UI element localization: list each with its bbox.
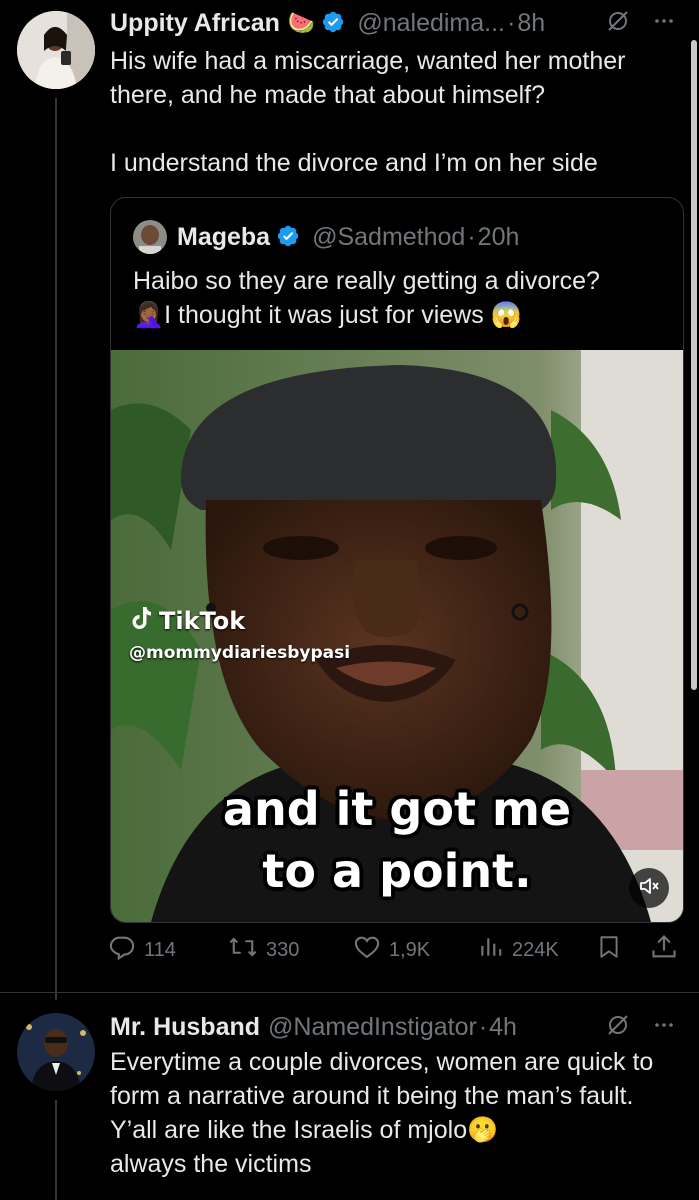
repost-icon <box>228 933 258 967</box>
grok-icon[interactable] <box>606 9 630 38</box>
thread-line-top <box>55 98 57 1000</box>
grok-icon[interactable] <box>606 1013 630 1042</box>
tweet1-text: His wife had a miscarriage, wanted her m… <box>110 44 680 180</box>
quote-text-line2: 🤦🏾‍♀️I thought it was just for views 😱 <box>133 298 673 332</box>
thread-line-bottom <box>55 1100 57 1200</box>
quote-text-line1: Haibo so they are really getting a divor… <box>133 267 600 295</box>
views-button[interactable]: 224K <box>478 933 559 967</box>
avatar-mr-husband[interactable] <box>17 1013 95 1091</box>
verified-icon <box>276 224 300 255</box>
quote-text: Haibo so they are really getting a divor… <box>133 264 673 332</box>
like-button[interactable]: 1,9K <box>353 933 430 967</box>
facepalm-emoji: 🤦🏾‍♀️ <box>133 301 165 329</box>
more-icon[interactable] <box>652 1013 676 1042</box>
quote-time: 20h <box>477 222 520 251</box>
quote-separator: · <box>467 222 476 251</box>
reply-button[interactable]: 114 <box>108 933 176 967</box>
avatar-mageba <box>133 220 167 254</box>
tweet2-handle[interactable]: @NamedInstigator <box>268 1013 477 1042</box>
bookmark-icon <box>596 933 622 967</box>
scrollbar[interactable] <box>691 40 697 690</box>
views-icon <box>478 933 504 967</box>
tiktok-handle: @mommydiariesbypasi <box>129 643 351 663</box>
tweet2-time[interactable]: 4h <box>489 1013 517 1042</box>
mute-icon <box>638 875 660 902</box>
tweet2-header: Mr. Husband @NamedInstigator · 4h <box>110 1010 517 1044</box>
tweet1-header: Uppity African 🍉 @naledima... · 8h <box>110 6 545 40</box>
tweet2-head-icons <box>606 1013 676 1042</box>
mute-button[interactable] <box>629 868 669 908</box>
tiktok-brand: TikTok <box>159 607 246 635</box>
share-button[interactable] <box>650 933 678 967</box>
tweet2-display-name[interactable]: Mr. Husband <box>110 1013 260 1042</box>
tweet1-handle[interactable]: @naledima... <box>357 9 505 38</box>
video-caption-line1: and it got me <box>222 782 572 836</box>
views-count: 224K <box>512 938 559 961</box>
like-count: 1,9K <box>389 938 431 961</box>
watermelon-emoji: 🍉 <box>287 10 316 35</box>
quote-header: Mageba @Sadmethod · 20h <box>177 220 519 254</box>
tiktok-icon <box>129 605 153 637</box>
reply-count: 114 <box>144 938 176 961</box>
tweet1-action-bar: 114 330 1,9K 224K <box>108 930 680 970</box>
hand-over-mouth-emoji: 🫢 <box>467 1116 499 1144</box>
tweet1-text-line1: His wife had a miscarriage, wanted her m… <box>110 47 626 109</box>
tweet1-time[interactable]: 8h <box>517 9 545 38</box>
quote-handle: @Sadmethod <box>312 222 466 251</box>
tweet2-text-main: Everytime a couple divorces, women are q… <box>110 1048 654 1144</box>
verified-icon <box>321 10 345 41</box>
tweet2-text-end: always the victims <box>110 1150 312 1178</box>
quote-tweet-card[interactable]: Mageba @Sadmethod · 20h Haibo so they ar… <box>110 197 684 923</box>
quote-display-name: Mageba <box>177 222 271 251</box>
like-icon <box>353 933 381 967</box>
tweet1-separator: · <box>507 8 516 37</box>
tweet2-text: Everytime a couple divorces, women are q… <box>110 1045 680 1181</box>
bookmark-button[interactable] <box>596 933 622 967</box>
repost-button[interactable]: 330 <box>228 933 299 967</box>
tweet2-text-body: Everytime a couple divorces, women are q… <box>110 1045 680 1181</box>
tiktok-watermark: TikTok @mommydiariesbypasi <box>129 605 350 663</box>
video-player[interactable]: TikTok @mommydiariesbypasi and it got me… <box>111 350 683 922</box>
tweet1-display-name[interactable]: Uppity African <box>110 9 280 38</box>
more-icon[interactable] <box>652 9 676 38</box>
tweet1-head-icons <box>606 9 676 38</box>
quote-text-line2-text: I thought it was just for views <box>164 301 484 329</box>
video-caption-line2: to a point. <box>262 844 532 898</box>
tweet2-separator: · <box>478 1012 488 1041</box>
repost-count: 330 <box>266 938 300 961</box>
avatar-uppity-african[interactable] <box>17 11 95 89</box>
tweet1-text-line2: I understand the divorce and I’m on her … <box>110 149 598 177</box>
tweet-divider <box>0 992 699 993</box>
share-icon <box>650 933 678 967</box>
reply-icon <box>108 933 136 967</box>
scream-emoji: 😱 <box>490 301 522 329</box>
